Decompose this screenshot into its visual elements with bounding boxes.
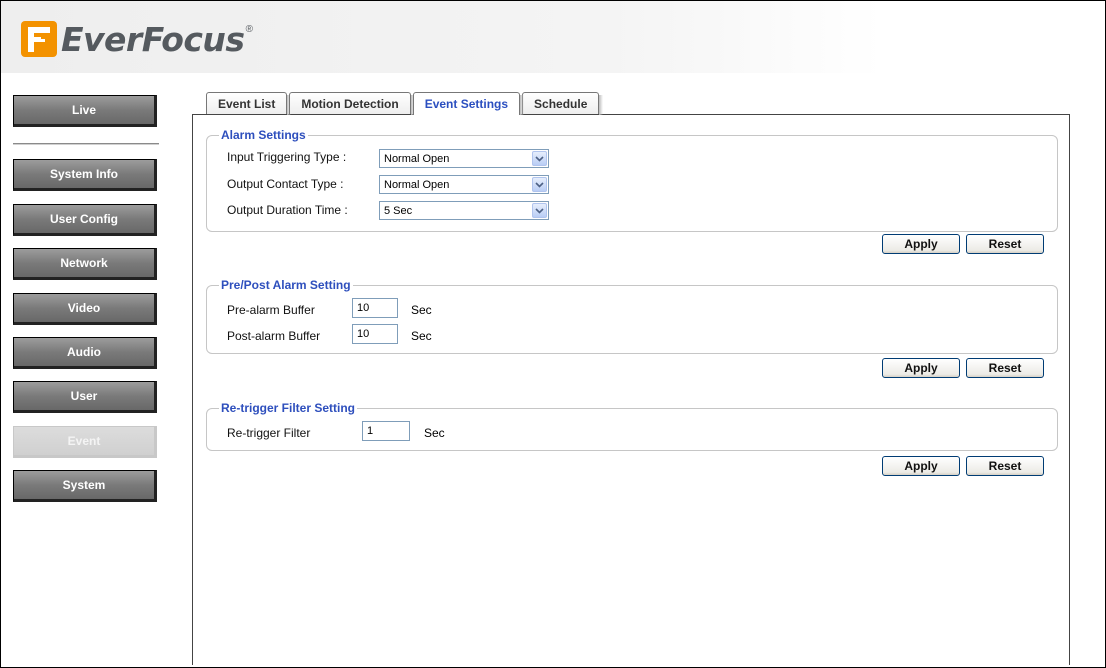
- sidebar-item-label: System: [62, 478, 106, 492]
- sidebar-item-system-info[interactable]: System Info: [13, 159, 157, 191]
- prepost-reset-button[interactable]: Reset: [966, 358, 1044, 378]
- retrigger-reset-button[interactable]: Reset: [966, 456, 1044, 476]
- chevron-down-icon[interactable]: [532, 203, 547, 218]
- alarm-settings-title: Alarm Settings: [221, 128, 306, 142]
- sidebar-item-label: User Config: [49, 212, 118, 226]
- retrigger-apply-button[interactable]: Apply: [882, 456, 960, 476]
- tab-label: Schedule: [534, 96, 588, 111]
- post-alarm-unit: Sec: [411, 329, 432, 343]
- brand-name: EverFocus: [61, 19, 245, 59]
- output-contact-type-select[interactable]: Normal Open: [379, 175, 549, 194]
- prepost-apply-button[interactable]: Apply: [882, 358, 960, 378]
- header-banner: EverFocus ®: [1, 1, 1103, 73]
- pre-post-alarm-group: Pre/Post Alarm Setting: [206, 278, 1058, 354]
- sidebar-divider: [13, 143, 159, 145]
- retrigger-filter-group: Re-trigger Filter Setting: [206, 401, 1058, 451]
- sidebar-item-user-config[interactable]: User Config: [13, 204, 157, 236]
- output-duration-time-select[interactable]: 5 Sec: [379, 201, 549, 220]
- brand-logo: EverFocus ®: [21, 17, 253, 61]
- tab-schedule[interactable]: Schedule: [522, 92, 604, 115]
- pre-alarm-unit: Sec: [411, 303, 432, 317]
- sidebar-item-video[interactable]: Video: [13, 293, 157, 325]
- sidebar-item-label: Video: [67, 301, 101, 315]
- pre-alarm-buffer-label: Pre-alarm Buffer: [227, 303, 315, 317]
- sidebar-item-system[interactable]: System: [13, 470, 157, 502]
- retrigger-filter-input[interactable]: 1: [362, 421, 410, 441]
- sidebar-item-network[interactable]: Network: [13, 248, 157, 280]
- tab-label: Event List: [218, 96, 276, 111]
- select-value: Normal Open: [384, 152, 450, 165]
- retrigger-filter-unit: Sec: [424, 426, 445, 440]
- alarm-reset-button[interactable]: Reset: [966, 234, 1044, 254]
- tab-event-list[interactable]: Event List: [206, 92, 292, 115]
- post-alarm-buffer-input[interactable]: 10: [352, 324, 398, 344]
- tab-bar: Event List Motion Detection Event Settin…: [206, 92, 604, 115]
- input-triggering-type-select[interactable]: Normal Open: [379, 149, 549, 168]
- tab-event-settings[interactable]: Event Settings: [412, 92, 525, 115]
- sidebar-item-audio[interactable]: Audio: [13, 337, 157, 369]
- sidebar-item-label: Event: [67, 434, 101, 448]
- retrigger-filter-title: Re-trigger Filter Setting: [221, 401, 356, 415]
- chevron-down-icon[interactable]: [532, 151, 547, 166]
- retrigger-filter-label: Re-trigger Filter: [227, 426, 311, 440]
- sidebar-item-label: Network: [60, 256, 108, 270]
- sidebar-item-label: Live: [71, 103, 96, 117]
- pre-post-alarm-title: Pre/Post Alarm Setting: [221, 278, 351, 292]
- everfocus-logo-icon: [21, 21, 57, 57]
- sidebar-item-user[interactable]: User: [13, 381, 157, 413]
- select-value: 5 Sec: [384, 204, 413, 217]
- input-triggering-type-label: Input Triggering Type :: [227, 150, 347, 164]
- sidebar-item-label: Audio: [67, 345, 101, 359]
- select-value: Normal Open: [384, 178, 450, 191]
- tab-label: Event Settings: [424, 97, 509, 111]
- sidebar-item-label: User: [70, 389, 98, 403]
- sidebar-item-live[interactable]: Live: [13, 95, 157, 127]
- post-alarm-buffer-label: Post-alarm Buffer: [227, 329, 321, 343]
- registered-mark: ®: [245, 23, 253, 35]
- output-duration-time-label: Output Duration Time :: [227, 203, 348, 217]
- tab-label: Motion Detection: [301, 96, 399, 111]
- alarm-apply-button[interactable]: Apply: [882, 234, 960, 254]
- sidebar-item-event[interactable]: Event: [13, 426, 157, 458]
- sidebar-item-label: System Info: [49, 167, 118, 181]
- chevron-down-icon[interactable]: [532, 177, 547, 192]
- tab-motion-detection[interactable]: Motion Detection: [289, 92, 416, 115]
- pre-alarm-buffer-input[interactable]: 10: [352, 298, 398, 318]
- output-contact-type-label: Output Contact Type :: [227, 177, 344, 191]
